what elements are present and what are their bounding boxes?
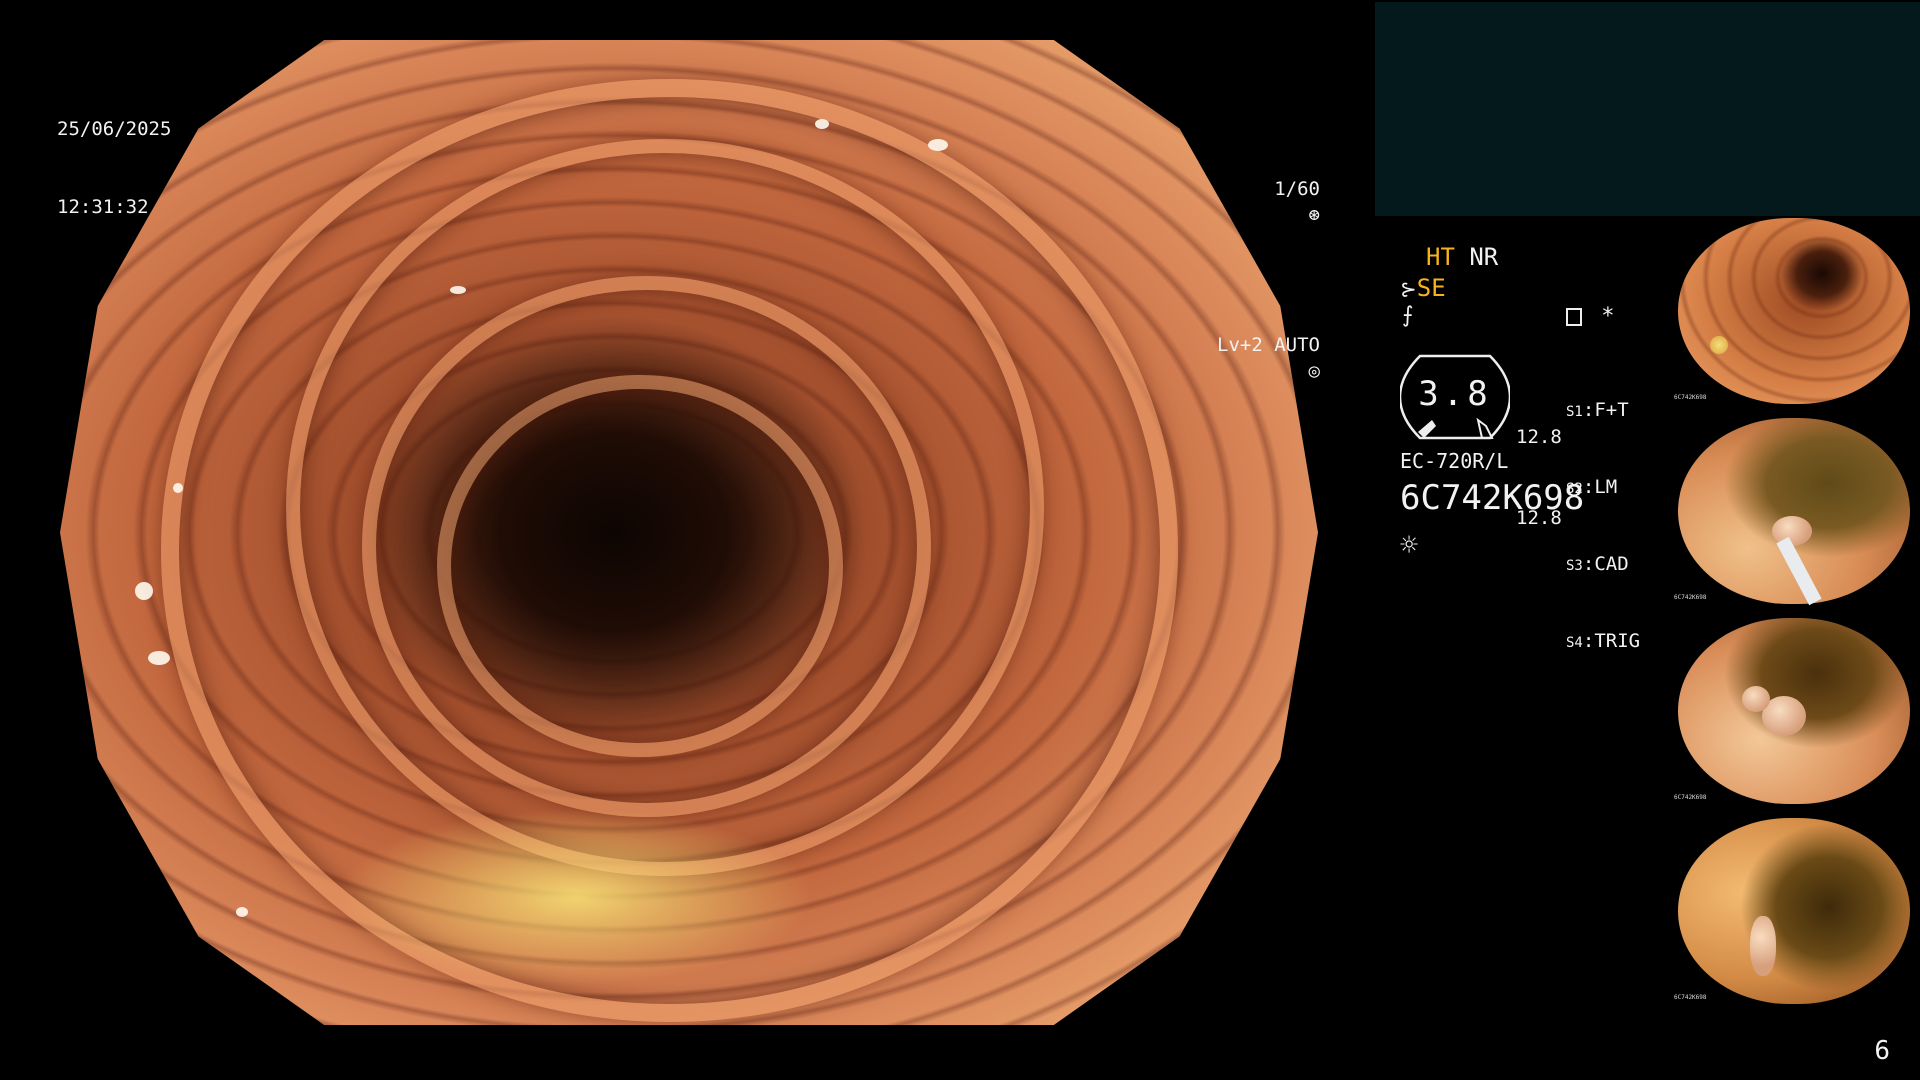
thumbnail-serial: 6C742K698 [1674,594,1707,601]
color-enhance-icon: ⨍ [1402,303,1414,328]
gauge-value: 3.8 [1418,374,1492,414]
thumbnail-2[interactable]: 6C742K698 [1672,416,1916,606]
nr-label: NR [1469,243,1499,271]
light-reflection [148,650,171,665]
switch-row: S3:CAD [1566,553,1629,575]
gauge-needle-right [1476,417,1494,439]
auto-exposure-icon: ◎ [1308,360,1320,382]
polyp [1750,916,1776,976]
mode-row-2: ⊱SE [1400,274,1446,302]
thumbnail-serial: 6C742K698 [1674,994,1707,1001]
scope-serial: 6C742K698 [1400,478,1585,518]
residue-region [336,808,815,986]
scope-model: EC-720R/L [1400,449,1509,473]
time-text: 12:31:32 [57,196,149,218]
structure-enhance-icon: ⊱ [1400,277,1417,301]
recording-row: * [1566,304,1615,329]
switch-row: S4:TRIG [1566,630,1641,652]
thumbnail-4[interactable]: 6C742K698 [1672,816,1916,1006]
star-label: * [1601,304,1615,329]
gauge-needle-left [1418,420,1436,438]
ht-label: HT [1426,243,1455,271]
thumbnail-serial: 6C742K698 [1674,394,1707,401]
page-number: 6 [1874,1036,1890,1066]
thumbnail-image [1678,818,1910,1004]
level-row: Lv+2 AUTO ◎ [1171,306,1320,410]
level-text: Lv+2 AUTO [1217,334,1320,356]
polyp [1742,686,1770,712]
thumbnail-image [1678,218,1910,404]
light-source-icon: ☼ [1400,528,1419,563]
gauge-top-text: 12.8 [1516,426,1562,448]
date-text: 25/06/2025 [57,118,172,140]
mode-row-1: HT NR [1426,243,1498,271]
light-reflection [135,581,154,600]
light-reflection [928,138,949,151]
se-label: SE [1416,274,1446,302]
thumbnail-serial: 6C742K698 [1674,794,1707,801]
recording-icon [1566,308,1582,326]
date-time: 25/06/2025 12:31:32 [57,64,171,246]
gauge-scale: 12.8 12.8 [1516,370,1562,559]
thumbnail-1[interactable]: 6C742K698 [1672,216,1916,406]
light-reflection [814,118,829,129]
shutter-text: 1/60 [1274,178,1320,200]
finding-marker [1710,336,1728,354]
shutter-row: 1/60 ⊛ [1171,150,1320,254]
thumbnail-3[interactable]: 6C742K698 [1672,616,1916,806]
exposure-info: 1/60 ⊛ Lv+2 AUTO ◎ [1171,98,1320,436]
light-reflection [236,906,249,917]
switch-row: S1:F+T [1566,399,1629,421]
shutter-icon: ⊛ [1308,204,1320,226]
endoscope-main-view [60,40,1318,1025]
light-gauge: 3.8 [1400,352,1510,442]
info-panel-top [1375,2,1920,216]
